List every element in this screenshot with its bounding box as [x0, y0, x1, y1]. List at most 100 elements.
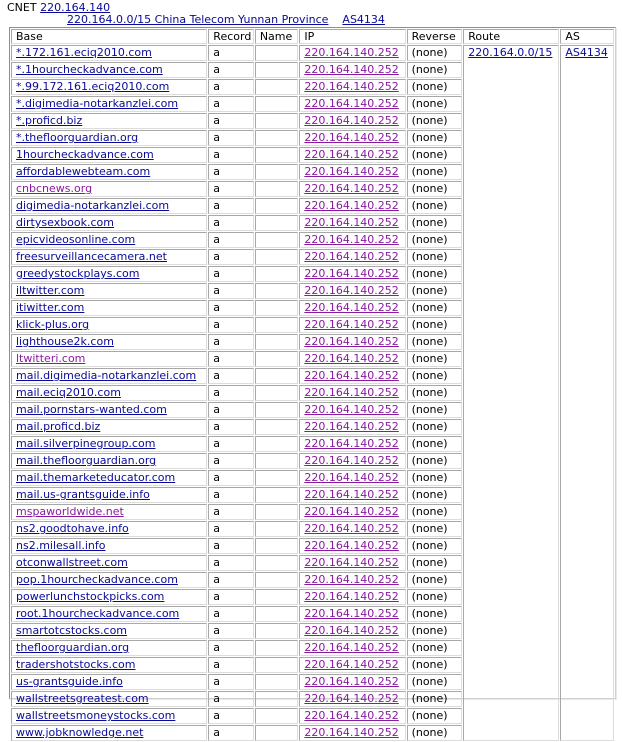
cell-ip: 220.164.140.252	[299, 691, 406, 707]
base-domain-link[interactable]: greedystockplays.com	[16, 267, 140, 280]
ip-link[interactable]: 220.164.140.252	[304, 182, 398, 195]
base-domain-link[interactable]: ns2.goodtohave.info	[16, 522, 129, 535]
ip-link[interactable]: 220.164.140.252	[304, 267, 398, 280]
cell-record: a	[208, 589, 254, 605]
as-link[interactable]: AS4134	[565, 46, 608, 59]
cell-record: a	[208, 487, 254, 503]
ip-link[interactable]: 220.164.140.252	[304, 692, 398, 705]
base-domain-link[interactable]: ns2.milesall.info	[16, 539, 106, 552]
ip-link[interactable]: 220.164.140.252	[304, 318, 398, 331]
ip-link[interactable]: 220.164.140.252	[304, 369, 398, 382]
base-domain-link[interactable]: *.proficd.biz	[16, 114, 82, 127]
cell-reverse: (none)	[406, 589, 463, 605]
ip-link[interactable]: 220.164.140.252	[304, 63, 398, 76]
ip-link[interactable]: 220.164.140.252	[304, 301, 398, 314]
cell-base: 1hourcheckadvance.com	[11, 147, 208, 163]
base-domain-link[interactable]: powerlunchstockpicks.com	[16, 590, 164, 603]
base-domain-link[interactable]: mail.thefloorguardian.org	[16, 454, 156, 467]
cell-base: *.proficd.biz	[11, 113, 208, 129]
route-link[interactable]: 220.164.0.0/15	[468, 46, 552, 59]
cell-record: a	[208, 249, 254, 265]
ip-link[interactable]: 220.164.140.252	[304, 624, 398, 637]
ip-link[interactable]: 220.164.140.252	[304, 658, 398, 671]
base-domain-link[interactable]: mail.silverpinegroup.com	[16, 437, 155, 450]
base-domain-link[interactable]: mail.eciq2010.com	[16, 386, 121, 399]
ip-link[interactable]: 220.164.140.252	[304, 46, 398, 59]
header-network-link[interactable]: 220.164.0.0/15 China Telecom Yunnan Prov…	[67, 13, 328, 26]
ip-link[interactable]: 220.164.140.252	[304, 250, 398, 263]
ip-link[interactable]: 220.164.140.252	[304, 641, 398, 654]
base-domain-link[interactable]: mail.digimedia-notarkanzlei.com	[16, 369, 196, 382]
cell-reverse: (none)	[406, 198, 463, 214]
ip-link[interactable]: 220.164.140.252	[304, 437, 398, 450]
ip-link[interactable]: 220.164.140.252	[304, 216, 398, 229]
base-domain-link[interactable]: *.172.161.eciq2010.com	[16, 46, 152, 59]
ip-link[interactable]: 220.164.140.252	[304, 335, 398, 348]
base-domain-link[interactable]: dirtysexbook.com	[16, 216, 114, 229]
base-domain-link[interactable]: wallstreetsgreatest.com	[16, 692, 149, 705]
ip-link[interactable]: 220.164.140.252	[304, 403, 398, 416]
base-domain-link[interactable]: smartotcstocks.com	[16, 624, 127, 637]
ip-link[interactable]: 220.164.140.252	[304, 284, 398, 297]
base-domain-link[interactable]: thefloorguardian.org	[16, 641, 129, 654]
base-domain-link[interactable]: itiwitter.com	[16, 301, 84, 314]
cell-ip: 220.164.140.252	[299, 487, 406, 503]
base-domain-link[interactable]: *.thefloorguardian.org	[16, 131, 138, 144]
ip-link[interactable]: 220.164.140.252	[304, 199, 398, 212]
base-domain-link[interactable]: digimedia-notarkanzlei.com	[16, 199, 169, 212]
base-domain-link[interactable]: 1hourcheckadvance.com	[16, 148, 154, 161]
ip-link[interactable]: 220.164.140.252	[304, 131, 398, 144]
base-domain-link[interactable]: *.1hourcheckadvance.com	[16, 63, 163, 76]
base-domain-link[interactable]: otconwallstreet.com	[16, 556, 128, 569]
ip-link[interactable]: 220.164.140.252	[304, 454, 398, 467]
base-domain-link[interactable]: mspaworldwide.net	[16, 505, 124, 518]
ip-link[interactable]: 220.164.140.252	[304, 386, 398, 399]
ip-link[interactable]: 220.164.140.252	[304, 556, 398, 569]
ip-link[interactable]: 220.164.140.252	[304, 80, 398, 93]
ip-link[interactable]: 220.164.140.252	[304, 97, 398, 110]
base-domain-link[interactable]: lighthouse2k.com	[16, 335, 114, 348]
cell-name	[254, 691, 299, 707]
ip-link[interactable]: 220.164.140.252	[304, 114, 398, 127]
ip-link[interactable]: 220.164.140.252	[304, 420, 398, 433]
base-domain-link[interactable]: pop.1hourcheckadvance.com	[16, 573, 178, 586]
base-domain-link[interactable]: mail.proficd.biz	[16, 420, 100, 433]
header-asn-link[interactable]: AS4134	[342, 13, 385, 26]
base-domain-link[interactable]: cnbcnews.org	[16, 182, 92, 195]
base-domain-link[interactable]: affordablewebteam.com	[16, 165, 150, 178]
cell-ip: 220.164.140.252	[299, 589, 406, 605]
ip-link[interactable]: 220.164.140.252	[304, 148, 398, 161]
ip-link[interactable]: 220.164.140.252	[304, 726, 398, 739]
base-domain-link[interactable]: mail.pornstars-wanted.com	[16, 403, 167, 416]
ip-link[interactable]: 220.164.140.252	[304, 505, 398, 518]
base-domain-link[interactable]: root.1hourcheckadvance.com	[16, 607, 179, 620]
base-domain-link[interactable]: tradershotstocks.com	[16, 658, 136, 671]
ip-link[interactable]: 220.164.140.252	[304, 709, 398, 722]
cell-reverse: (none)	[406, 470, 463, 486]
base-domain-link[interactable]: *.digimedia-notarkanzlei.com	[16, 97, 178, 110]
base-domain-link[interactable]: wallstreetsmoneystocks.com	[16, 709, 175, 722]
base-domain-link[interactable]: www.jobknowledge.net	[16, 726, 143, 739]
base-domain-link[interactable]: freesurveillancecamera.net	[16, 250, 167, 263]
ip-link[interactable]: 220.164.140.252	[304, 165, 398, 178]
column-header-record: Record	[208, 29, 254, 44]
base-domain-link[interactable]: us-grantsguide.info	[16, 675, 123, 688]
base-domain-link[interactable]: mail.themarketeducator.com	[16, 471, 175, 484]
ip-link[interactable]: 220.164.140.252	[304, 522, 398, 535]
ip-link[interactable]: 220.164.140.252	[304, 573, 398, 586]
ip-link[interactable]: 220.164.140.252	[304, 607, 398, 620]
base-domain-link[interactable]: mail.us-grantsguide.info	[16, 488, 150, 501]
base-domain-link[interactable]: *.99.172.161.eciq2010.com	[16, 80, 169, 93]
ip-link[interactable]: 220.164.140.252	[304, 539, 398, 552]
ip-link[interactable]: 220.164.140.252	[304, 352, 398, 365]
ip-link[interactable]: 220.164.140.252	[304, 675, 398, 688]
ip-link[interactable]: 220.164.140.252	[304, 488, 398, 501]
base-domain-link[interactable]: ltwitteri.com	[16, 352, 85, 365]
base-domain-link[interactable]: klick-plus.org	[16, 318, 89, 331]
ip-link[interactable]: 220.164.140.252	[304, 471, 398, 484]
ip-link[interactable]: 220.164.140.252	[304, 233, 398, 246]
cell-name	[254, 96, 299, 112]
base-domain-link[interactable]: iltwitter.com	[16, 284, 84, 297]
ip-link[interactable]: 220.164.140.252	[304, 590, 398, 603]
base-domain-link[interactable]: epicvideosonline.com	[16, 233, 135, 246]
